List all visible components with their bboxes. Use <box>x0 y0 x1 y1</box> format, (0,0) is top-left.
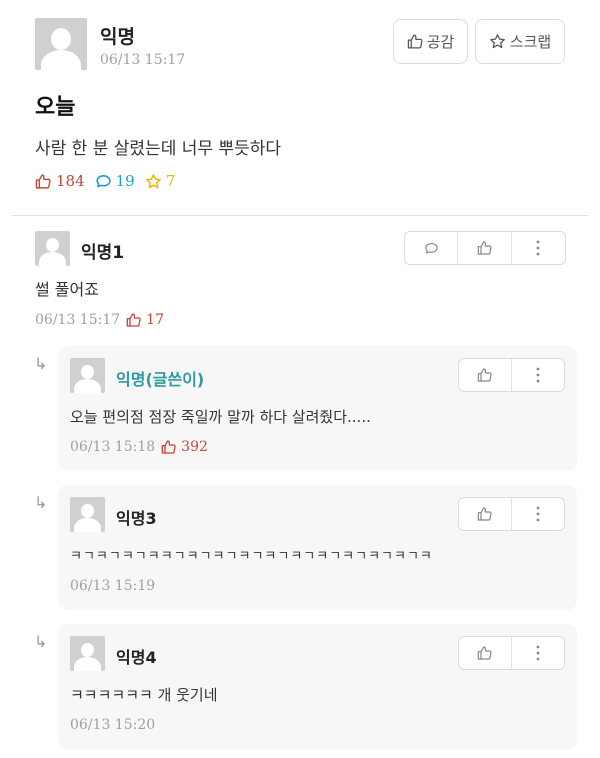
comment-like-button[interactable] <box>458 232 512 264</box>
thumbs-up-icon <box>477 368 492 382</box>
post-title: 오늘 <box>35 95 76 120</box>
comment-count: 19 <box>115 172 135 190</box>
reply-more-button[interactable] <box>512 498 565 530</box>
reply-author: 익명4 <box>116 648 157 667</box>
comment-like-count: 17 <box>146 312 164 328</box>
reply-body: ㅋㅋㅋㅋㅋㅋ 개 웃기네 <box>70 686 218 704</box>
reply-date: 06/13 15:19 <box>70 578 156 594</box>
comment-more-button[interactable] <box>512 232 565 264</box>
scrap-label: 스크랩 <box>509 33 552 51</box>
reply-like-button[interactable] <box>459 498 512 530</box>
reply-actions <box>458 497 565 531</box>
scrap-count: 7 <box>165 172 176 190</box>
reply-author: 익명3 <box>116 509 157 528</box>
reply-button[interactable] <box>405 232 459 264</box>
comment-body: 썰 풀어죠 <box>35 280 99 299</box>
more-vertical-icon <box>536 367 540 383</box>
like-icon <box>161 439 177 455</box>
comment-icon <box>95 173 112 190</box>
scrap-button[interactable]: 스크랩 <box>475 19 565 64</box>
reply-more-button[interactable] <box>512 637 565 669</box>
reply-like-button[interactable] <box>459 359 512 391</box>
empathy-label: 공감 <box>426 33 455 51</box>
comment-author: 익명1 <box>81 243 125 263</box>
scrap-star-icon <box>145 173 162 190</box>
reply-date: 06/13 15:20 <box>70 717 156 733</box>
like-icon <box>35 173 52 190</box>
reply-date: 06/13 15:18 <box>70 439 156 455</box>
reply-actions <box>458 636 565 670</box>
like-count: 184 <box>56 172 85 190</box>
comment-actions <box>404 231 566 265</box>
reply-meta: 06/13 15:18 392 <box>70 439 208 455</box>
reply-arrow-icon: ↳ <box>34 493 48 512</box>
post-avatar <box>35 18 87 70</box>
thumbs-up-icon <box>407 33 424 50</box>
comment-avatar <box>35 231 70 266</box>
reply-card: 익명(글쓴이) 오늘 편의점 점장 죽일까 말까 하다 살려줬다..... 06… <box>58 346 577 471</box>
comment-meta: 06/13 15:17 17 <box>35 312 164 328</box>
reply-card: 익명4 ㅋㅋㅋㅋㅋㅋ 개 웃기네 06/13 15:20 <box>58 624 577 749</box>
reply-avatar <box>70 497 105 532</box>
more-vertical-icon <box>536 506 540 522</box>
divider <box>12 215 588 216</box>
thumbs-up-icon <box>477 241 492 255</box>
reply-like-button[interactable] <box>459 637 512 669</box>
more-vertical-icon <box>536 240 540 256</box>
comment-date: 06/13 15:17 <box>35 312 121 328</box>
post-author: 익명 <box>100 26 135 48</box>
reply-arrow-icon: ↳ <box>34 354 48 373</box>
reply-actions <box>458 358 565 392</box>
reply-like-count: 392 <box>181 439 208 455</box>
empathy-button[interactable]: 공감 <box>393 19 468 64</box>
more-vertical-icon <box>536 645 540 661</box>
reply-more-button[interactable] <box>512 359 565 391</box>
reply-arrow-icon: ↳ <box>34 632 48 651</box>
post-date: 06/13 15:17 <box>100 52 186 68</box>
reply-body: ㅋㄱㅋㄱㅋㄱㅋㅋㄱㅋㄱㅋㄱㅋㄱㅋㄱㅋㄱㅋㄱㅋㄱㅋㄱㅋㄱㅋ <box>70 549 433 564</box>
reply-avatar <box>70 636 105 671</box>
post-body: 사람 한 분 살렸는데 너무 뿌듯하다 <box>35 139 281 159</box>
like-icon <box>126 312 142 328</box>
thumbs-up-icon <box>477 507 492 521</box>
speech-bubble-icon <box>424 242 438 254</box>
reply-avatar <box>70 358 105 393</box>
thumbs-up-icon <box>477 646 492 660</box>
post-stats: 184 19 7 <box>35 172 175 190</box>
reply-body: 오늘 편의점 점장 죽일까 말까 하다 살려줬다..... <box>70 408 371 426</box>
reply-author: 익명(글쓴이) <box>116 370 205 389</box>
reply-card: 익명3 ㅋㄱㅋㄱㅋㄱㅋㅋㄱㅋㄱㅋㄱㅋㄱㅋㄱㅋㄱㅋㄱㅋㄱㅋㄱㅋㄱㅋ 06/13 1… <box>58 485 577 610</box>
star-icon <box>489 33 506 50</box>
